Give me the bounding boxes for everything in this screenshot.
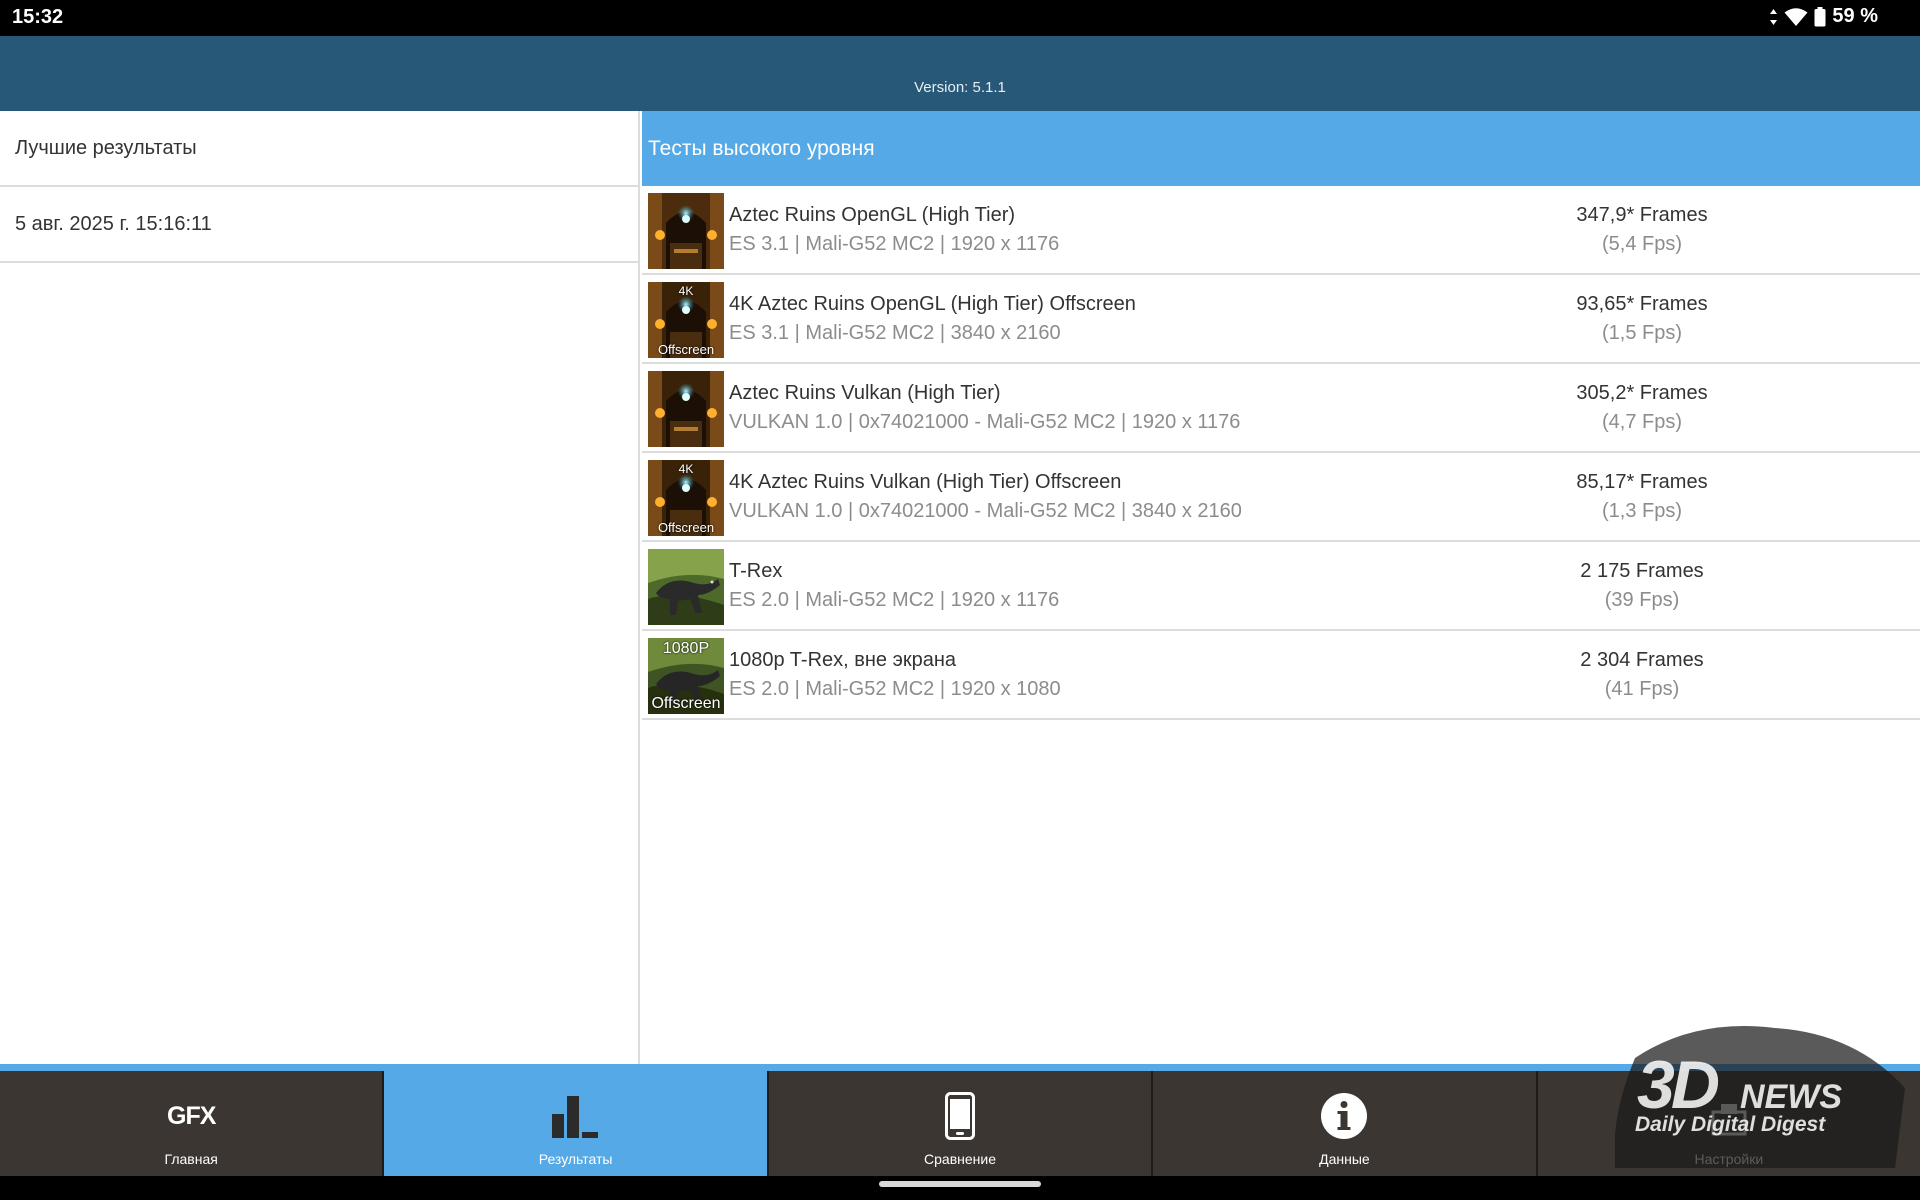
test-score: 305,2* Frames xyxy=(1576,382,1708,404)
results-sidebar: Лучшие результаты 5 авг. 2025 г. 15:16:1… xyxy=(0,111,640,1064)
result-row[interactable]: T-Rex ES 2.0 | Mali-G52 MC2 | 1920 x 117… xyxy=(642,542,1920,631)
settings-icon xyxy=(1538,1091,1920,1141)
test-subtitle: VULKAN 1.0 | 0x74021000 - Mali-G52 MC2 |… xyxy=(729,500,1242,522)
test-subtitle: ES 3.1 | Mali-G52 MC2 | 1920 x 1176 xyxy=(729,233,1060,255)
result-row[interactable]: 1080P Offscreen 1080p T-Rex, вне экрана … xyxy=(642,631,1920,720)
trex-thumbnail-icon xyxy=(648,549,724,625)
test-fps: (5,4 Fps) xyxy=(1601,233,1683,255)
best-results-item[interactable]: Лучшие результаты xyxy=(0,111,638,187)
nav-settings[interactable]: Настройки xyxy=(1538,1071,1920,1176)
best-results-label: Лучшие результаты xyxy=(15,136,197,159)
test-fps: (41 Fps) xyxy=(1604,678,1680,700)
battery-percent: 59 % xyxy=(1832,5,1878,27)
bottom-nav: GFX Главная Результаты Сравнение Данные … xyxy=(0,1071,1920,1176)
nav-settings-label: Настройки xyxy=(1694,1151,1764,1167)
nav-results[interactable]: Результаты xyxy=(384,1071,769,1176)
test-score: 2 304 Frames xyxy=(1580,649,1704,671)
test-score: 93,65* Frames xyxy=(1576,293,1708,315)
thumbnail-tag-top: 1080P xyxy=(662,640,710,657)
thumbnail-tag-bottom: Offscreen xyxy=(657,342,715,357)
test-fps: (39 Fps) xyxy=(1604,589,1680,611)
nav-home[interactable]: GFX Главная xyxy=(0,1071,385,1176)
results-panel: Тесты высокого уровня Aztec Ruins OpenGL xyxy=(642,111,1920,1064)
battery-icon xyxy=(1814,6,1826,27)
phone-icon xyxy=(769,1091,1151,1141)
status-icons: 59 % xyxy=(1769,5,1878,28)
wifi-icon xyxy=(1784,7,1808,27)
aztec-thumbnail-icon xyxy=(648,193,724,269)
result-row[interactable]: Aztec Ruins Vulkan (High Tier) VULKAN 1.… xyxy=(642,364,1920,453)
test-subtitle: ES 3.1 | Mali-G52 MC2 | 3840 x 2160 xyxy=(729,322,1061,344)
result-date-item[interactable]: 5 авг. 2025 г. 15:16:11 xyxy=(0,187,638,263)
test-score: 2 175 Frames xyxy=(1580,560,1704,582)
nav-info[interactable]: Данные xyxy=(1153,1071,1538,1176)
aztec-4k-thumbnail-icon: 4K Offscreen xyxy=(648,282,724,358)
section-title: Тесты высокого уровня xyxy=(648,136,875,160)
test-title: 4K Aztec Ruins OpenGL (High Tier) Offscr… xyxy=(729,293,1136,315)
test-fps: (1,5 Fps) xyxy=(1601,322,1683,344)
test-subtitle: VULKAN 1.0 | 0x74021000 - Mali-G52 MC2 |… xyxy=(729,411,1241,433)
test-title: 1080p T-Rex, вне экрана xyxy=(729,649,956,671)
nav-results-label: Результаты xyxy=(538,1151,613,1167)
gesture-area xyxy=(0,1176,1920,1200)
data-arrows-icon xyxy=(1769,8,1778,26)
aztec-4k-thumbnail-icon: 4K Offscreen xyxy=(648,460,724,536)
bar-chart-icon xyxy=(384,1091,766,1141)
test-fps: (4,7 Fps) xyxy=(1601,411,1683,433)
result-row[interactable]: 4K Offscreen 4K Aztec Ruins OpenGL (High… xyxy=(642,275,1920,364)
trex-1080p-thumbnail-icon: 1080P Offscreen xyxy=(648,638,724,714)
nav-accent-bar xyxy=(0,1064,1920,1071)
status-time: 15:32 xyxy=(12,6,64,28)
nav-info-label: Данные xyxy=(1319,1151,1370,1167)
nav-compare-label: Сравнение xyxy=(924,1151,996,1167)
status-bar: 15:32 59 % xyxy=(0,0,1920,36)
nav-compare[interactable]: Сравнение xyxy=(769,1071,1154,1176)
gfx-logo-icon: GFX xyxy=(0,1091,382,1141)
thumbnail-tag-bottom: Offscreen xyxy=(657,520,715,535)
test-title: Aztec Ruins OpenGL (High Tier) xyxy=(729,204,1016,226)
thumbnail-tag-top: 4K xyxy=(678,284,694,298)
aztec-thumbnail-icon xyxy=(648,371,724,447)
info-icon xyxy=(1153,1091,1535,1141)
result-row[interactable]: 4K Offscreen 4K Aztec Ruins Vulkan (High… xyxy=(642,453,1920,542)
test-title: 4K Aztec Ruins Vulkan (High Tier) Offscr… xyxy=(729,471,1122,493)
result-row[interactable]: Aztec Ruins OpenGL (High Tier) ES 3.1 | … xyxy=(642,186,1920,275)
section-header: Тесты высокого уровня xyxy=(642,111,1920,186)
thumbnail-tag-bottom: Offscreen xyxy=(651,695,721,712)
thumbnail-tag-top: 4K xyxy=(678,462,694,476)
test-title: T-Rex xyxy=(729,560,783,582)
test-fps: (1,3 Fps) xyxy=(1601,500,1683,522)
test-subtitle: ES 2.0 | Mali-G52 MC2 | 1920 x 1080 xyxy=(729,678,1061,700)
test-score: 347,9* Frames xyxy=(1576,204,1708,226)
nav-home-label: Главная xyxy=(164,1151,218,1167)
test-subtitle: ES 2.0 | Mali-G52 MC2 | 1920 x 1176 xyxy=(729,589,1060,611)
home-gesture-handle[interactable] xyxy=(879,1181,1041,1187)
test-title: Aztec Ruins Vulkan (High Tier) xyxy=(729,382,1001,404)
gfx-logo-text: GFX xyxy=(167,1101,216,1130)
version-label: Version: 5.1.1 xyxy=(914,79,1006,96)
test-score: 85,17* Frames xyxy=(1576,471,1708,493)
result-date-label: 5 авг. 2025 г. 15:16:11 xyxy=(15,212,212,235)
app-header: Version: 5.1.1 xyxy=(0,36,1920,111)
